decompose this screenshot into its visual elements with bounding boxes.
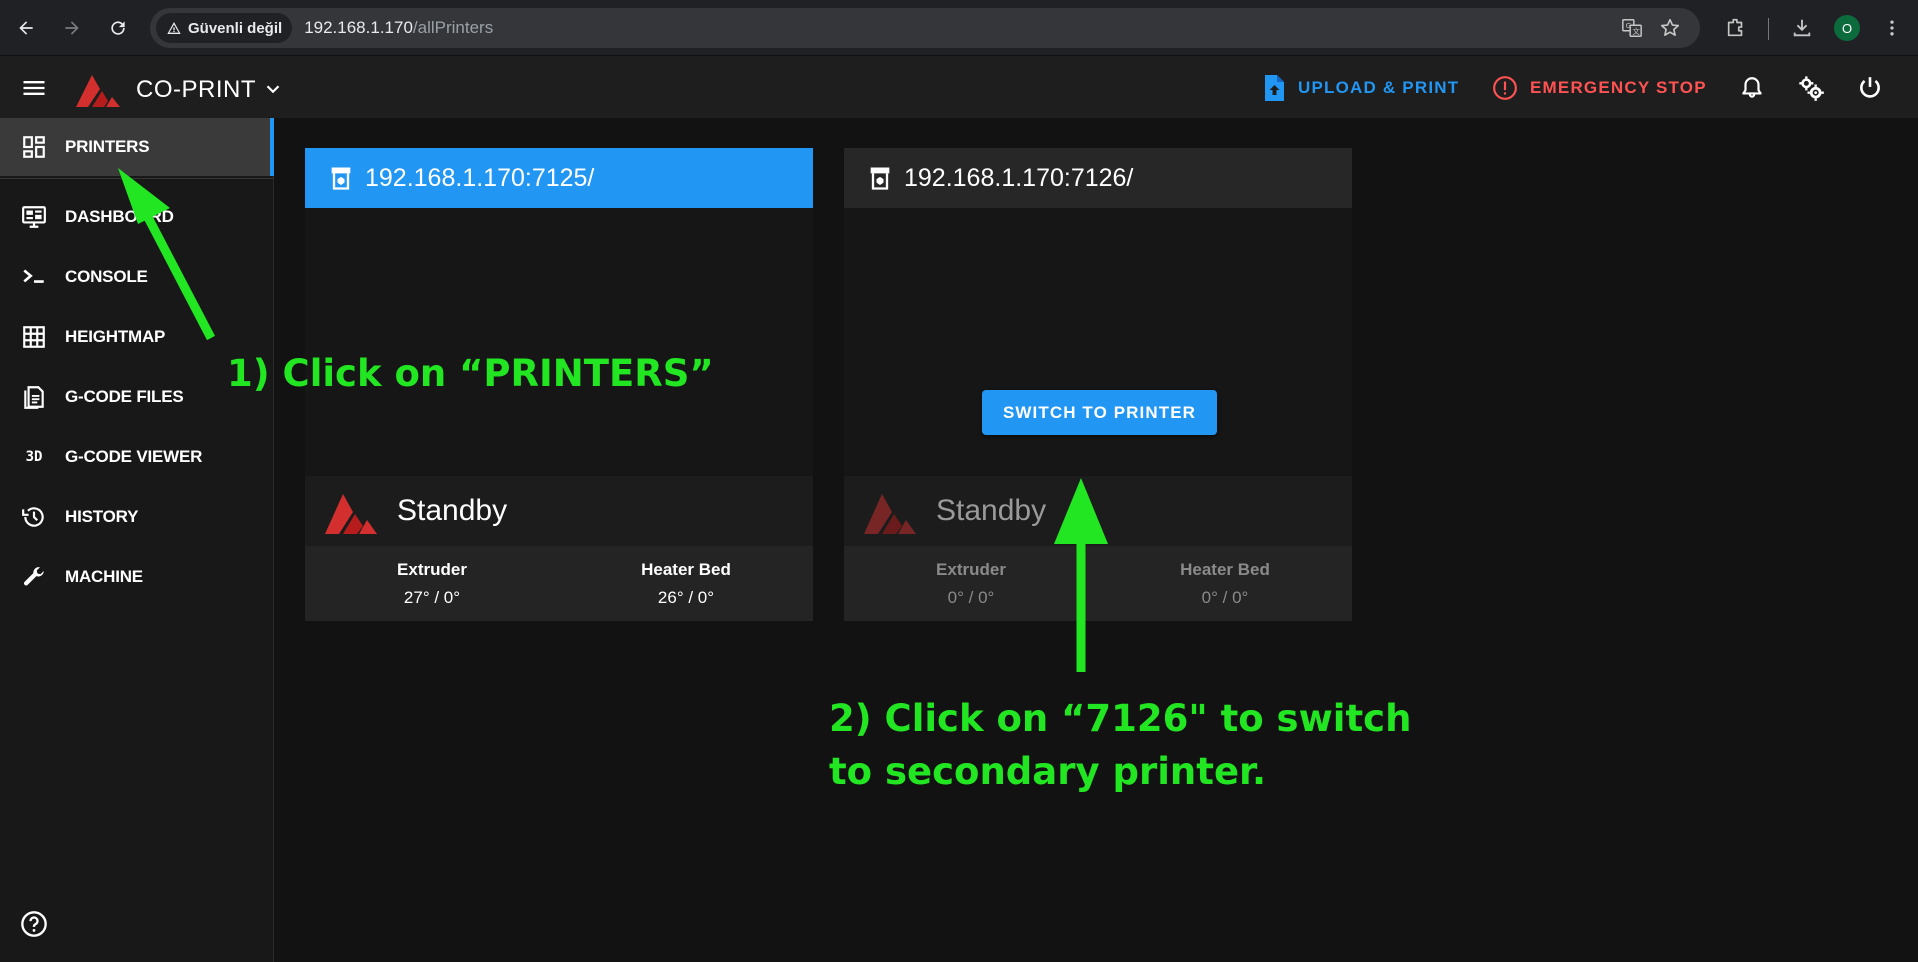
temperature-row: Extruder 27° / 0° Heater Bed 26° / 0° [305, 546, 813, 621]
translate-icon[interactable]: G文 [1620, 16, 1644, 40]
back-icon[interactable] [8, 10, 44, 46]
bell-icon[interactable] [1738, 74, 1766, 102]
settings-cogs-icon[interactable] [1797, 74, 1825, 102]
alert-circle-icon [1493, 76, 1517, 100]
printer-card-header[interactable]: 192.168.1.170:7126/ [844, 148, 1352, 208]
3d-icon: 3D [25, 449, 43, 465]
sidebar-item-label: DASHBOARD [65, 207, 174, 226]
heater-bed-temp: Heater Bed 26° / 0° [559, 560, 813, 608]
file-document-icon [20, 383, 48, 411]
extruder-value: 27° / 0° [403, 588, 461, 607]
sidebar-item-dashboard[interactable]: DASHBOARD [0, 188, 274, 246]
extruder-label: Extruder [936, 560, 1006, 579]
printer-3d-icon [866, 164, 894, 192]
printer-card-preview: SWITCH TO PRINTER [844, 208, 1352, 476]
extruder-value: 0° / 0° [947, 588, 995, 607]
extruder-temp: Extruder 27° / 0° [305, 560, 559, 608]
emergency-stop-button[interactable]: EMERGENCY STOP [1492, 72, 1707, 104]
console-icon [20, 263, 48, 291]
wrench-icon [20, 563, 48, 591]
printer-card-header[interactable]: 192.168.1.170:7125/ [305, 148, 813, 208]
printer-status-row: Standby [305, 476, 813, 546]
sidebar-item-label: PRINTERS [65, 137, 150, 156]
reload-icon[interactable] [100, 10, 136, 46]
sidebar-item-history[interactable]: HISTORY [0, 488, 274, 546]
address-bar[interactable]: Güvenli değil 192.168.1.170/allPrinters … [150, 8, 1700, 48]
switch-to-printer-button[interactable]: SWITCH TO PRINTER [982, 390, 1217, 435]
co-print-logo [76, 75, 120, 107]
printer-card-title: 192.168.1.170:7126/ [904, 164, 1134, 192]
sidebar: PRINTERS DASHBOARD CONSOLE HEIGHTMAP G-C… [0, 118, 274, 962]
history-icon [20, 503, 48, 531]
annotation-step-1: 1) Click on “PRINTERS” [227, 352, 714, 395]
extensions-icon[interactable] [1722, 14, 1750, 42]
heater-bed-label: Heater Bed [1180, 560, 1270, 579]
heater-bed-label: Heater Bed [641, 560, 731, 579]
sidebar-item-label: MACHINE [65, 567, 143, 586]
extruder-label: Extruder [397, 560, 467, 579]
help-circle-icon[interactable] [20, 910, 48, 938]
view-dashboard-icon [20, 133, 48, 161]
heater-bed-value: 0° / 0° [1201, 588, 1249, 607]
printer-card-preview [305, 208, 813, 476]
power-icon[interactable] [1856, 74, 1884, 102]
printer-3d-icon [327, 164, 355, 192]
printer-status-text: Standby [936, 494, 1047, 527]
monitor-dashboard-icon [20, 203, 48, 231]
sidebar-item-label: G-CODE VIEWER [65, 447, 203, 466]
menu-icon[interactable] [20, 74, 48, 102]
printer-status-text: Standby [397, 494, 508, 527]
more-menu-icon[interactable] [1878, 14, 1906, 42]
upload-print-button[interactable]: UPLOAD & PRINT [1262, 72, 1459, 104]
annotation-step-2-line-1: 2) Click on “7126" to switch [829, 697, 1412, 740]
upload-print-label: UPLOAD & PRINT [1298, 78, 1460, 97]
svg-text:文: 文 [1632, 27, 1640, 36]
co-print-logo [325, 494, 377, 534]
sidebar-item-label: G-CODE FILES [65, 387, 184, 406]
profile-avatar[interactable]: O [1834, 15, 1860, 41]
url-path: /allPrinters [412, 18, 494, 37]
sidebar-item-printers[interactable]: PRINTERS [0, 118, 274, 176]
star-icon[interactable] [1658, 16, 1682, 40]
temperature-row: Extruder 0° / 0° Heater Bed 0° / 0° [844, 546, 1352, 621]
url-host: 192.168.1.170 [304, 18, 413, 37]
url-text[interactable]: 192.168.1.170/allPrinters [304, 18, 493, 38]
app-bar: CO-PRINT UPLOAD & PRINT EMERGENCY STOP [0, 56, 1918, 118]
heater-bed-temp: Heater Bed 0° / 0° [1098, 560, 1352, 608]
printer-card-7126[interactable]: 192.168.1.170:7126/ SWITCH TO PRINTER St… [844, 148, 1352, 621]
app-title[interactable]: CO-PRINT [136, 76, 256, 104]
main-content: 192.168.1.170:7125/ Standby Extruder 27°… [275, 118, 1918, 962]
sidebar-item-label: HISTORY [65, 507, 139, 526]
chevron-down-icon[interactable] [262, 78, 284, 100]
printer-card-title: 192.168.1.170:7125/ [365, 164, 595, 192]
extruder-temp: Extruder 0° / 0° [844, 560, 1098, 608]
warning-icon [167, 22, 181, 34]
download-icon[interactable] [1788, 14, 1816, 42]
sidebar-item-label: CONSOLE [65, 267, 148, 286]
security-label: Güvenli değil [188, 19, 283, 37]
heater-bed-value: 26° / 0° [657, 588, 715, 607]
sidebar-item-machine[interactable]: MACHINE [0, 548, 274, 606]
toolbar-separator [1768, 18, 1769, 40]
file-upload-icon [1265, 75, 1284, 101]
forward-icon[interactable] [54, 10, 90, 46]
printer-status-row: Standby [844, 476, 1352, 546]
security-chip[interactable]: Güvenli değil [156, 13, 293, 43]
sidebar-item-gcode-viewer[interactable]: 3D G-CODE VIEWER [0, 428, 274, 486]
sidebar-divider [0, 178, 274, 179]
emergency-stop-label: EMERGENCY STOP [1530, 78, 1707, 97]
grid-icon [20, 323, 48, 351]
browser-toolbar: Güvenli değil 192.168.1.170/allPrinters … [0, 0, 1918, 56]
sidebar-item-console[interactable]: CONSOLE [0, 248, 274, 306]
sidebar-item-label: HEIGHTMAP [65, 327, 166, 346]
annotation-step-2-line-2: to secondary printer. [829, 750, 1267, 793]
co-print-logo [864, 494, 916, 534]
